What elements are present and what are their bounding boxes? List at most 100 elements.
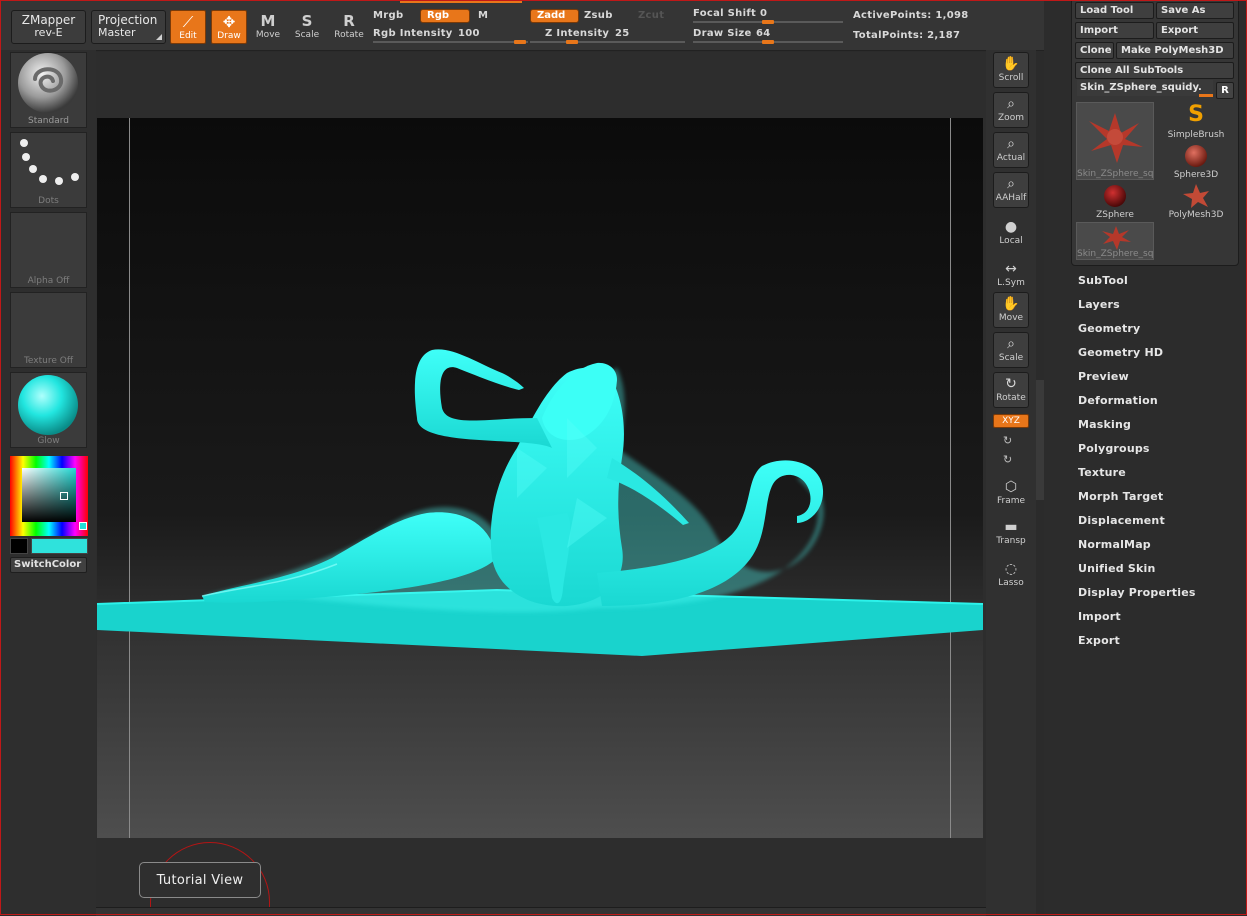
draw-size-slider[interactable] [693,40,843,44]
scale-icon: S [301,12,313,30]
zsub-button[interactable]: Zsub [584,10,613,21]
z-rotation-icon[interactable]: ↻ [1003,453,1012,466]
xyz-rotation-button[interactable]: XYZ [993,414,1029,428]
magnifier-icon: ⌕ [1007,136,1015,152]
hue-cursor[interactable] [79,522,87,530]
projection-master-button[interactable]: Projection Master [91,10,166,44]
menu-displacement[interactable]: Displacement [1078,513,1196,537]
menu-geometry[interactable]: Geometry [1078,321,1196,345]
slider-knob[interactable] [762,40,774,44]
current-tool-slider[interactable]: Skin_ZSphere_squidy. [1077,80,1213,96]
lsym-button[interactable]: ↔ L.Sym [993,260,1029,288]
scroll-label: Scroll [998,73,1024,83]
draw-button[interactable]: ✥ Draw [211,10,247,44]
actual-button[interactable]: ⌕ Actual [993,132,1029,168]
scroll-button[interactable]: ✋ Scroll [993,52,1029,88]
rotate-view-label: Rotate [996,393,1026,403]
z-intensity-slider[interactable] [530,40,685,44]
brush-name: Standard [28,116,69,126]
mrgb-button[interactable]: Mrgb [373,10,403,21]
menu-subtool[interactable]: SubTool [1078,273,1196,297]
current-tool-slider-knob[interactable] [1199,94,1213,97]
menu-layers[interactable]: Layers [1078,297,1196,321]
tool-thumb-polymesh3d[interactable]: PolyMesh3D [1157,182,1235,220]
transp-button[interactable]: ▬ Transp [993,518,1029,546]
color-picker-cursor[interactable] [60,492,68,500]
move-view-button[interactable]: ✋ Move [993,292,1029,328]
tool-thumb-skin-zsphere[interactable]: Skin_ZSphere_squidy [1076,102,1154,180]
rgb-intensity-slider[interactable] [373,40,528,44]
import-tool-button[interactable]: Import [1075,22,1154,39]
thumb-name: Skin_ZSphere_squidy [1077,249,1153,259]
switch-color-button[interactable]: SwitchColor [10,557,87,573]
y-rotation-icon[interactable]: ↻ [1003,434,1012,447]
frame-button[interactable]: ⬡ Frame [993,478,1029,506]
tool-thumb-skin-zsphere-small[interactable]: Skin_ZSphere_squidy [1076,222,1154,260]
tool-thumb-simplebrush[interactable]: S SimpleBrush [1157,102,1235,140]
slider-knob[interactable] [762,20,774,24]
main-color-swatch[interactable] [31,538,88,554]
menu-display-properties[interactable]: Display Properties [1078,585,1196,609]
material-name: Glow [37,436,60,446]
lasso-button[interactable]: ◌ Lasso [993,560,1029,588]
menu-morph-target[interactable]: Morph Target [1078,489,1196,513]
clone-button[interactable]: Clone [1075,42,1114,59]
secondary-color-swatch[interactable] [10,538,28,554]
zadd-button[interactable]: Zadd [530,9,579,23]
clone-all-subtools-button[interactable]: Clone All SubTools [1075,62,1234,79]
scale-view-button[interactable]: ⌕ Scale [993,332,1029,368]
aahalf-label: AAHalf [995,193,1027,203]
load-tool-button[interactable]: Load Tool [1075,2,1154,19]
lsym-label: L.Sym [997,278,1025,288]
texture-name: Texture Off [23,356,74,366]
tool-thumb-zsphere[interactable]: ZSphere [1076,182,1154,220]
simplebrush-icon: S [1188,102,1204,127]
local-button[interactable]: ● Local [993,218,1029,246]
menu-texture[interactable]: Texture [1078,465,1196,489]
tray-handle[interactable] [1036,380,1044,500]
tool-thumb-sphere3d[interactable]: Sphere3D [1157,142,1235,180]
slider-knob[interactable] [566,40,578,44]
thumb-name: SimpleBrush [1167,130,1225,140]
move-button[interactable]: M Move [250,10,286,44]
slider-knob[interactable] [514,40,526,44]
menu-masking[interactable]: Masking [1078,417,1196,441]
squid-creature-model[interactable] [97,118,983,678]
make-polymesh3d-button[interactable]: Make PolyMesh3D [1116,42,1234,59]
rotate-button[interactable]: R Rotate [331,10,367,44]
magnifier-icon: ⌕ [1007,96,1015,112]
tutorial-view-button[interactable]: Tutorial View [139,862,261,898]
color-picker[interactable] [10,456,88,536]
rgb-button[interactable]: Rgb [420,9,470,23]
zoom-button[interactable]: ⌕ Zoom [993,92,1029,128]
focal-shift-slider[interactable] [693,20,843,24]
menu-polygroups[interactable]: Polygroups [1078,441,1196,465]
m-button[interactable]: M [478,10,488,21]
menu-normalmap[interactable]: NormalMap [1078,537,1196,561]
brush-slot[interactable]: Standard [10,52,87,128]
master-label: Master [98,26,136,39]
scale-button[interactable]: S Scale [289,10,325,44]
edit-button[interactable]: ⟋ Edit [170,10,206,44]
alpha-slot[interactable]: Alpha Off [10,212,87,288]
zcut-button[interactable]: Zcut [638,10,664,21]
stroke-slot[interactable]: Dots [10,132,87,208]
menu-unified-skin[interactable]: Unified Skin [1078,561,1196,585]
rotate-view-button[interactable]: ↻ Rotate [993,372,1029,408]
menu-import[interactable]: Import [1078,609,1196,633]
xyz-label: XYZ [1002,416,1020,426]
export-tool-button[interactable]: Export [1156,22,1234,39]
zmapper-button[interactable]: ZMapper rev-E [11,10,86,44]
menu-preview[interactable]: Preview [1078,369,1196,393]
material-slot[interactable]: Glow [10,372,87,448]
standard-brush-icon [18,53,78,113]
menu-export[interactable]: Export [1078,633,1196,657]
menu-deformation[interactable]: Deformation [1078,393,1196,417]
cube-icon: ⬡ [1004,479,1018,495]
r-button[interactable]: R [1216,82,1234,99]
texture-slot[interactable]: Texture Off [10,292,87,368]
zsphere-icon [1104,185,1126,207]
aahalf-button[interactable]: ⌕ AAHalf [993,172,1029,208]
menu-geometry-hd[interactable]: Geometry HD [1078,345,1196,369]
save-as-button[interactable]: Save As [1156,2,1234,19]
